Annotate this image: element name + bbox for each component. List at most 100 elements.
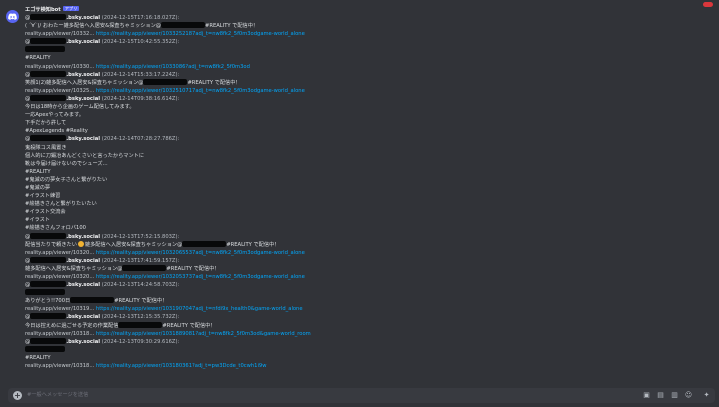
redacted-text <box>25 46 65 53</box>
plus-icon[interactable]: + <box>13 391 22 400</box>
message-text: ありがとう!!700日 <box>25 298 71 305</box>
redacted-text <box>70 297 115 304</box>
apps-icon[interactable]: ✦ <box>702 391 711 400</box>
reality-link[interactable]: https://reality.app/viewer/1033086?adj_t… <box>96 64 250 70</box>
reality-link[interactable]: https://reality.app/viewer/1032510717adj… <box>96 88 305 94</box>
user-handle[interactable]: .bsky.social <box>66 258 100 264</box>
gift-icon[interactable]: ▣ <box>642 391 651 400</box>
message-line: reality.app/viewer/10330... https://real… <box>25 63 695 71</box>
message-line: 個人的に刀鍛冶あんどくさいと言ったからマントに <box>25 152 695 160</box>
message-line: 今日は18時から企画のゲーム配信してみます。 <box>25 103 695 111</box>
message-line: 雑多配信へ入居安&探査ちゃミッション@ #REALITY で配信中！ <box>25 264 695 273</box>
message-line: @ .bsky.social (2024-12-13T12:15:35.732Z)… <box>25 313 695 321</box>
reality-link[interactable]: https://reality.app/viewer/103180361?adj… <box>96 363 267 369</box>
user-handle[interactable]: .bsky.social <box>66 136 100 142</box>
chat-window: エゴサ検知bot アプリ @ .bsky.social (2024-12-15T17… <box>0 0 719 407</box>
message-text: ( ´∀`)/ おわたー雑多配信へ入居安&探査ちゃミッション@ <box>25 23 161 30</box>
message-text: 靴は今届け届けないのでシューズ… <box>25 160 108 167</box>
message-text: #絵描きさんフォロバ100 <box>25 225 86 232</box>
message-line <box>25 46 695 54</box>
message-text-tail: #REALITY で配信中！ <box>166 265 220 272</box>
redacted-text <box>25 345 65 352</box>
redacted-text <box>161 22 205 29</box>
redacted-handle <box>30 94 67 101</box>
bot-avatar[interactable] <box>6 10 19 23</box>
user-handle[interactable]: .bsky.social <box>66 339 100 345</box>
message-line: 靴は今届け届けないのでシューズ… <box>25 160 695 168</box>
message-text-cont: 雑多配信へ入居安&探査ちゃミッション@ <box>84 241 183 248</box>
message-line: #REALITY <box>25 354 695 362</box>
post-timestamp: (2024-12-13T17:41:59.157Z): <box>101 257 180 264</box>
emoji-icon <box>77 240 84 247</box>
message-line: 今日は控えめに過ごせる予定の作業配信 #REALITY で配信中！ <box>25 321 695 330</box>
message-line: 一応Apexやってみます。 <box>25 111 695 119</box>
message-text: 今日は控えめに過ごせる予定の作業配信 <box>25 322 119 329</box>
redacted-text <box>118 321 163 328</box>
message-list: エゴサ検知bot アプリ @ .bsky.social (2024-12-15T17… <box>25 6 695 370</box>
message-line: @ .bsky.social (2024-12-13T17:52:15.803Z)… <box>25 232 695 241</box>
link-prefix: reality.app/viewer/10325... <box>25 87 95 94</box>
link-prefix: reality.app/viewer/10332... <box>25 31 95 38</box>
message-text-tail: #REALITY で配信中！ <box>226 241 280 248</box>
bot-name[interactable]: エゴサ検知bot <box>25 7 61 13</box>
reality-link[interactable]: https://reality.app/viewer/1032053737adj… <box>96 274 305 280</box>
reality-link[interactable]: https://reality.app/viewer/1032065537adj… <box>96 250 305 256</box>
message-line: @ .bsky.social (2024-12-14T07:28:27.786Z)… <box>25 135 695 143</box>
message-line: @ .bsky.social (2024-12-14T15:33:17.224Z)… <box>25 70 695 79</box>
message-line: #鬼滅の刃夢女子さんと繋がりたい <box>25 176 695 184</box>
reality-link[interactable]: https://reality.app/viewer/1033252187adj… <box>96 31 305 37</box>
user-handle[interactable]: .bsky.social <box>66 314 100 320</box>
gif-icon[interactable]: ▤ <box>656 391 665 400</box>
user-handle[interactable]: .bsky.social <box>66 15 100 21</box>
redacted-handle <box>30 70 67 77</box>
user-handle[interactable]: .bsky.social <box>66 282 100 288</box>
redacted-handle <box>30 14 67 20</box>
message-line: @ .bsky.social (2024-12-15T17:16:18.027Z)… <box>25 14 695 22</box>
link-prefix: reality.app/viewer/10318... <box>25 330 95 337</box>
link-prefix: reality.app/viewer/10320... <box>25 249 95 256</box>
message-line: @ .bsky.social (2024-12-13T09:30:29.616Z)… <box>25 337 695 346</box>
reality-link[interactable]: https://reality.app/viewer/1031907047adj… <box>96 306 303 312</box>
message-line: #鬼滅の夢 <box>25 184 695 192</box>
message-text: #鬼滅の刃夢女子さんと繋がりたい <box>25 176 108 183</box>
message-line: #イラスト練習 <box>25 192 695 200</box>
message-line: #REALITY <box>25 54 695 62</box>
message-line: reality.app/viewer/10325... https://real… <box>25 87 695 95</box>
message-input[interactable]: #一般へメッセージを送信 <box>27 391 88 400</box>
redacted-handle <box>30 337 67 344</box>
emoji-icon[interactable]: ☺ <box>684 391 693 400</box>
link-prefix: reality.app/viewer/10319... <box>25 306 95 313</box>
message-line: #絵描きさんと繋がりたいたい <box>25 200 695 208</box>
message-line: reality.app/viewer/10319... https://real… <box>25 305 695 313</box>
reality-link[interactable]: https://reality.app/viewer/1031889081?ad… <box>96 331 311 337</box>
message-header: エゴサ検知bot アプリ <box>25 6 695 14</box>
redacted-handle <box>30 281 67 288</box>
redacted-text <box>25 289 65 296</box>
message-line <box>25 345 695 354</box>
post-timestamp: (2024-12-13T12:15:35.732Z): <box>101 314 180 321</box>
post-timestamp: (2024-12-14T07:28:27.786Z): <box>101 136 180 143</box>
user-handle[interactable]: .bsky.social <box>66 96 100 102</box>
message-body: @ .bsky.social (2024-12-15T17:16:18.027Z)… <box>25 14 695 370</box>
user-handle[interactable]: .bsky.social <box>66 72 100 78</box>
message-line: 下手だから許して <box>25 119 695 127</box>
message-line: reality.app/viewer/10318... https://real… <box>25 330 695 338</box>
message-line: @ .bsky.social (2024-12-14T09:38:16.614Z)… <box>25 94 695 103</box>
message-text: #REALITY <box>25 354 51 361</box>
message-text: 今日は18時から企画のゲーム配信してみます。 <box>25 104 135 111</box>
message-line: 配信当たりで頼きたい 雑多配信へ入居安&探査ちゃミッション@ #REALITY で配… <box>25 240 695 249</box>
message-line: @ .bsky.social (2024-12-15T10:42:55.352Z)… <box>25 38 695 46</box>
message-text: #イラスト練習 <box>25 193 61 200</box>
user-handle[interactable]: .bsky.social <box>66 234 100 240</box>
message-text: 鬼殺隊コス風置き <box>25 144 67 151</box>
message-line: ( ´∀`)/ おわたー雑多配信へ入居安&探査ちゃミッション@ #REALITY … <box>25 22 695 30</box>
post-timestamp: (2024-12-15T17:16:18.027Z): <box>101 15 180 21</box>
user-handle[interactable]: .bsky.social <box>66 39 100 45</box>
message-text: #REALITY <box>25 168 51 175</box>
redacted-text <box>122 264 167 271</box>
sticker-icon[interactable]: ▥ <box>670 391 679 400</box>
message-input-bar[interactable]: + #一般へメッセージを送信 ▣ ▤ ▥ ☺ ✦ <box>8 388 715 403</box>
redacted-handle <box>30 232 67 239</box>
notification-badge[interactable] <box>703 2 713 7</box>
message-line: ありがとう!!700日 #REALITY で配信中！ <box>25 297 695 305</box>
